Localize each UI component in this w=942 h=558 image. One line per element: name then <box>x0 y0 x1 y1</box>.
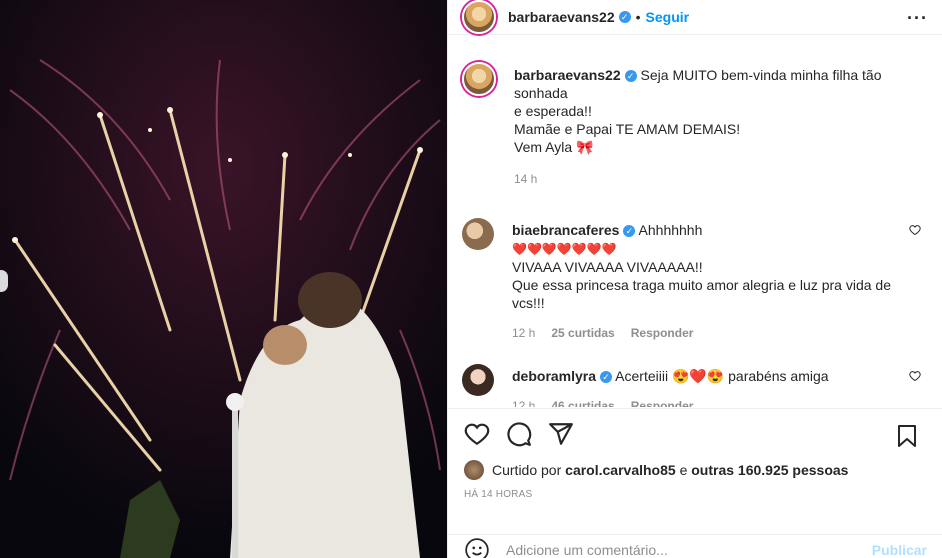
caption-line: e esperada!! <box>514 103 592 119</box>
comment-text: Ahhhhhhh <box>638 222 703 238</box>
comment-time[interactable]: 12 h <box>512 397 535 407</box>
liker-avatar[interactable] <box>464 460 484 480</box>
comment-text: Que essa princesa traga muito amor alegr… <box>512 277 891 293</box>
comments-list[interactable]: barbaraevans22 ✓ Seja MUITO bem-vinda min… <box>448 52 942 407</box>
emoji-icon[interactable] <box>464 537 490 558</box>
publish-button[interactable]: Publicar <box>872 542 927 558</box>
post-age[interactable]: HÁ 14 HORAS <box>448 481 942 500</box>
caption-username[interactable]: barbaraevans22 <box>514 67 621 83</box>
follow-button[interactable]: Seguir <box>646 9 690 25</box>
post-sidebar: barbaraevans22 ✓ • Seguir ··· barbaraeva… <box>447 0 942 558</box>
more-options-icon[interactable]: ··· <box>907 8 928 29</box>
post-actions: Curtido por carol.carvalho85 e outras 16… <box>448 408 942 558</box>
like-icon[interactable] <box>464 421 490 447</box>
likes-summary: Curtido por carol.carvalho85 e outras 16… <box>448 459 942 481</box>
bookmark-icon[interactable] <box>895 423 919 449</box>
separator-dot: • <box>635 9 641 25</box>
comment-text: VIVAAA VIVAAAA VIVAAAAA!! <box>512 259 703 275</box>
comment-input[interactable] <box>506 541 872 558</box>
fireworks-image <box>0 0 447 558</box>
verified-icon: ✓ <box>623 225 636 238</box>
comment-username[interactable]: biaebrancaferes <box>512 222 619 238</box>
comment-icon[interactable] <box>506 421 532 447</box>
carousel-prev-button[interactable] <box>0 270 8 292</box>
comment-item: deboramlyra ✓ Acerteiiii 😍❤️😍 parabéns am… <box>462 364 929 407</box>
likes-middle: e <box>679 462 688 478</box>
comment-username[interactable]: deboramlyra <box>512 368 596 384</box>
caption-time[interactable]: 14 h <box>514 170 537 188</box>
share-icon[interactable] <box>548 421 574 447</box>
reply-button[interactable]: Responder <box>631 324 694 342</box>
verified-icon: ✓ <box>600 371 613 384</box>
comment-text: vcs!!! <box>512 295 545 311</box>
commenter-avatar[interactable] <box>462 218 494 250</box>
post-header: barbaraevans22 ✓ • Seguir ··· <box>448 0 942 35</box>
reply-button[interactable]: Responder <box>631 397 694 407</box>
add-comment-bar: Publicar <box>448 534 942 558</box>
verified-icon: ✓ <box>624 70 637 83</box>
commenter-avatar[interactable] <box>462 364 494 396</box>
caption: barbaraevans22 ✓ Seja MUITO bem-vinda min… <box>462 62 929 188</box>
comment-time[interactable]: 12 h <box>512 324 535 342</box>
caption-line: Mamãe e Papai TE AMAM DEMAIS! <box>514 121 741 137</box>
likes-prefix: Curtido por <box>492 462 562 478</box>
comment-text: ❤️❤️❤️❤️❤️❤️❤️ <box>512 242 617 256</box>
likes-others[interactable]: outras 160.925 pessoas <box>691 462 848 478</box>
author-avatar[interactable] <box>462 0 496 34</box>
post-photo[interactable] <box>0 0 447 558</box>
author-avatar[interactable] <box>462 62 496 96</box>
liker-username[interactable]: carol.carvalho85 <box>565 462 676 478</box>
caption-line: Vem Ayla 🎀 <box>514 139 594 155</box>
like-comment-icon[interactable] <box>909 370 921 382</box>
like-comment-icon[interactable] <box>909 224 921 236</box>
comment-item: biaebrancaferes ✓ Ahhhhhhh ❤️❤️❤️❤️❤️❤️❤️… <box>462 218 929 342</box>
comment-text: Acerteiiii 😍❤️😍 parabéns amiga <box>615 368 829 384</box>
comment-likes[interactable]: 46 curtidas <box>551 397 614 407</box>
verified-icon: ✓ <box>618 11 631 23</box>
author-username[interactable]: barbaraevans22 <box>508 9 615 25</box>
comment-likes[interactable]: 25 curtidas <box>551 324 614 342</box>
